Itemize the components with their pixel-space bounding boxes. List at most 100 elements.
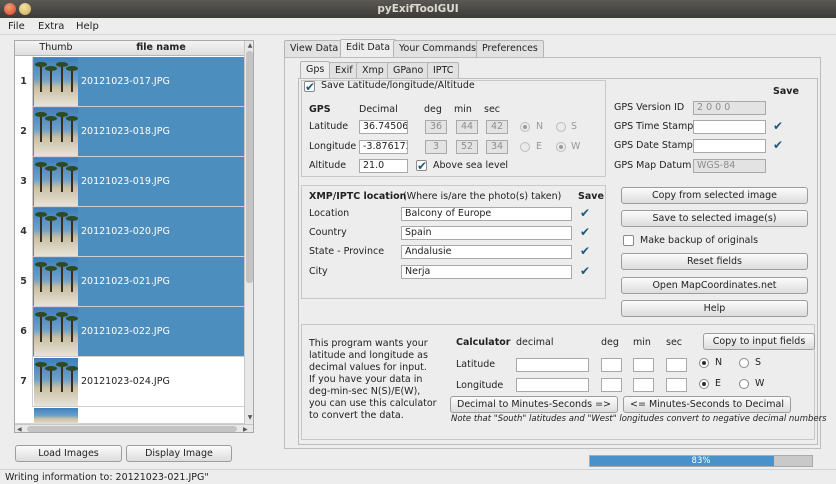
reset-fields-button[interactable]: Reset fields xyxy=(621,253,808,270)
location-save-check[interactable]: ✔ xyxy=(580,207,592,219)
location-input[interactable]: Balcony of Europe xyxy=(401,207,572,221)
minimize-window-icon[interactable] xyxy=(19,3,31,15)
table-row[interactable]: 7 20121023-024.JPG xyxy=(15,357,244,407)
row-number: 2 xyxy=(15,107,33,157)
longitude-decimal-input[interactable]: -3.876172 xyxy=(359,140,408,154)
tab-gps[interactable]: Gps xyxy=(300,61,331,79)
tab-your-commands[interactable]: Your Commands xyxy=(393,40,483,57)
latitude-decimal-input[interactable]: 36.745069 xyxy=(359,120,408,134)
calc-east-radio[interactable] xyxy=(699,379,709,389)
gps-time-save-check[interactable]: ✔ xyxy=(773,120,785,132)
xmp-hint: (Where is/are the photo(s) taken) xyxy=(403,191,562,202)
checkmark-icon: ✔ xyxy=(417,159,428,173)
calculator-title: Calculator xyxy=(456,337,511,348)
table-row[interactable]: 2 20121023-018.JPG xyxy=(15,107,244,157)
gps-time-input[interactable] xyxy=(693,120,766,134)
altitude-input[interactable]: 21.0 xyxy=(359,159,408,173)
table-row[interactable]: 3 20121023-019.JPG xyxy=(15,157,244,207)
scroll-down-icon[interactable]: ▼ xyxy=(246,415,253,421)
gps-version-input[interactable]: 2 0 0 0 xyxy=(693,101,766,115)
menu-file[interactable]: File xyxy=(8,18,25,35)
state-input[interactable]: Andalusie xyxy=(401,245,572,259)
tab-xmp[interactable]: Xmp xyxy=(356,62,390,79)
window-title: pyExifToolGUI xyxy=(377,3,459,15)
gps-date-save-check[interactable]: ✔ xyxy=(773,139,785,151)
min-header: min xyxy=(454,104,472,115)
display-image-button[interactable]: Display Image xyxy=(126,445,232,462)
calc-longitude-sec[interactable] xyxy=(666,378,687,392)
h-scroll-thumb[interactable] xyxy=(27,426,237,432)
tab-view-data[interactable]: View Data xyxy=(284,40,345,57)
scroll-right-icon[interactable]: ▶ xyxy=(243,426,248,432)
tab-gpano[interactable]: GPano xyxy=(387,62,430,79)
city-save-check[interactable]: ✔ xyxy=(580,265,592,277)
calc-longitude-min[interactable] xyxy=(633,378,654,392)
country-label: Country xyxy=(309,227,347,238)
thumb-header[interactable]: Thumb xyxy=(34,41,78,56)
calc-latitude-sec[interactable] xyxy=(666,358,687,372)
longitude-sec-input[interactable]: 34 xyxy=(486,140,508,154)
south-radio[interactable] xyxy=(556,122,566,132)
country-input[interactable]: Spain xyxy=(401,226,572,240)
east-radio[interactable] xyxy=(520,142,530,152)
load-images-button[interactable]: Load Images xyxy=(15,445,122,462)
table-row[interactable] xyxy=(15,407,244,425)
backup-checkbox[interactable] xyxy=(623,235,634,246)
above-sea-checkbox[interactable]: ✔ xyxy=(416,159,428,173)
table-row[interactable]: 1 20121023-017.JPG xyxy=(15,57,244,107)
state-save-check[interactable]: ✔ xyxy=(580,245,592,257)
city-input[interactable]: Nerja xyxy=(401,265,572,279)
gps-datum-input[interactable]: WGS-84 xyxy=(693,159,766,173)
close-window-icon[interactable] xyxy=(4,3,16,15)
tab-edit-data[interactable]: Edit Data xyxy=(340,39,397,57)
xmp-save-header: Save xyxy=(578,191,604,202)
south-label: S xyxy=(571,121,578,132)
scroll-up-icon[interactable]: ▲ xyxy=(246,43,253,49)
horizontal-scrollbar[interactable]: ◀ ▶ xyxy=(15,424,253,432)
tab-iptc[interactable]: IPTC xyxy=(427,62,460,79)
latitude-deg-input[interactable]: 36 xyxy=(425,120,447,134)
latitude-sec-input[interactable]: 42 xyxy=(486,120,508,134)
checkmark-icon: ✔ xyxy=(305,80,316,94)
help-button[interactable]: Help xyxy=(621,300,808,317)
country-save-check[interactable]: ✔ xyxy=(580,226,592,238)
calc-longitude-decimal[interactable] xyxy=(516,378,589,392)
row-number: 5 xyxy=(15,257,33,307)
menu-help[interactable]: Help xyxy=(76,18,99,35)
filename-header[interactable]: file name xyxy=(78,41,244,56)
calc-north-radio[interactable] xyxy=(699,358,709,368)
save-latlon-checkbox[interactable]: ✔ xyxy=(304,80,316,94)
scroll-left-icon[interactable]: ◀ xyxy=(17,426,22,432)
status-bar: Writing information to: 20121023-021.JPG… xyxy=(0,469,836,484)
longitude-min-input[interactable]: 52 xyxy=(456,140,478,154)
menu-extra[interactable]: Extra xyxy=(38,18,64,35)
file-name: 20121023-022.JPG xyxy=(81,326,170,337)
save-to-selected-button[interactable]: Save to selected image(s) xyxy=(621,210,808,227)
calc-west-radio[interactable] xyxy=(739,379,749,389)
calc-south-radio[interactable] xyxy=(739,358,749,368)
table-row[interactable]: 5 20121023-021.JPG xyxy=(15,257,244,307)
vertical-scrollbar[interactable]: ▲ ▼ xyxy=(244,41,253,424)
calc-longitude-deg[interactable] xyxy=(601,378,622,392)
decimal-to-dms-button[interactable]: Decimal to Minutes-Seconds => xyxy=(450,396,618,413)
latitude-min-input[interactable]: 44 xyxy=(456,120,478,134)
gps-date-input[interactable] xyxy=(693,139,766,153)
calc-latitude-min[interactable] xyxy=(633,358,654,372)
copy-from-selected-button[interactable]: Copy from selected image xyxy=(621,187,808,204)
copy-to-input-button[interactable]: Copy to input fields xyxy=(703,333,815,350)
dms-to-decimal-button[interactable]: <= Minutes-Seconds to Decimal xyxy=(623,396,791,413)
longitude-deg-input[interactable]: 3 xyxy=(425,140,447,154)
desc-line: latitude and longitude as xyxy=(309,350,428,361)
west-radio[interactable] xyxy=(556,142,566,152)
rownum-header xyxy=(15,41,34,56)
table-row[interactable]: 4 20121023-020.JPG xyxy=(15,207,244,257)
tab-preferences[interactable]: Preferences xyxy=(476,40,544,57)
scroll-thumb[interactable] xyxy=(246,51,253,283)
tab-exif[interactable]: Exif xyxy=(329,62,359,79)
open-mapcoordinates-button[interactable]: Open MapCoordinates.net xyxy=(621,277,808,294)
north-radio[interactable] xyxy=(520,122,530,132)
calc-latitude-decimal[interactable] xyxy=(516,358,589,372)
calc-north-label: N xyxy=(715,357,723,368)
table-row[interactable]: 6 20121023-022.JPG xyxy=(15,307,244,357)
calc-latitude-deg[interactable] xyxy=(601,358,622,372)
